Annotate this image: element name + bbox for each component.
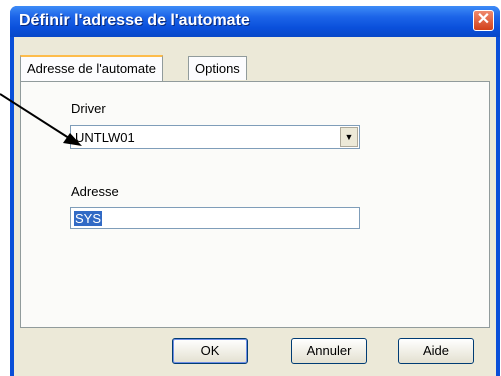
tab-adresse[interactable]: Adresse de l'automate — [20, 55, 163, 81]
